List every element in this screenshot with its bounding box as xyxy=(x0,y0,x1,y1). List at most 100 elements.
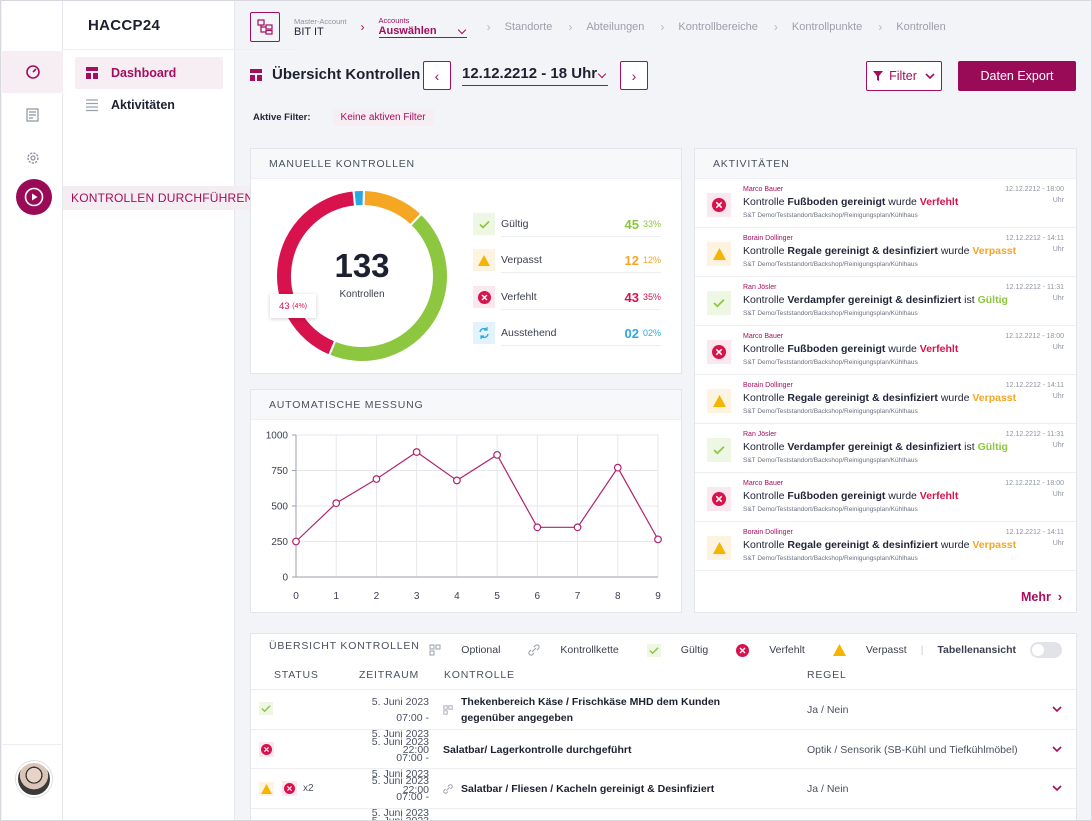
chevron-down-icon xyxy=(1052,745,1062,752)
activity-path: S&T Demo/Teststandort/Backshop/Reinigung… xyxy=(743,506,918,513)
run-controls-button[interactable] xyxy=(16,179,52,215)
table-row[interactable]: 5. Juni 2023 07:00 - xyxy=(251,807,1076,821)
sidebar-item-activities[interactable]: Aktivitäten xyxy=(75,89,223,121)
activity-text: wurde xyxy=(885,490,920,502)
control-name: Salatbar/ Lagerkontrolle durchgeführt xyxy=(443,743,632,756)
activity-message: Kontrolle Fußboden gereinigt wurde Verfe… xyxy=(743,196,958,208)
brand-logo: HACCP24 xyxy=(88,17,161,34)
data-point[interactable] xyxy=(412,448,421,456)
breadcrumb-step[interactable]: Abteilungen xyxy=(586,21,644,33)
expand-row-button[interactable] xyxy=(1052,742,1062,756)
activity-item[interactable]: Borain Dollinger Kontrolle Regale gereini… xyxy=(695,376,1076,424)
breadcrumb-step[interactable]: Standorte xyxy=(505,21,553,33)
rail-dashboard-button[interactable] xyxy=(2,51,63,93)
user-avatar[interactable] xyxy=(16,761,52,797)
auto-measure-card: AUTOMATISCHE MESSUNG 1000 750 500 250 0 0 1 2 3 4… xyxy=(250,389,682,613)
data-point[interactable] xyxy=(493,450,502,459)
table-row[interactable]: x25. Juni 2023 07:00 -5. Juni 2023 22:00… xyxy=(251,768,1076,819)
expand-row-button[interactable] xyxy=(1052,702,1062,716)
activity-text: Kontrolle xyxy=(743,245,788,257)
activity-message: Kontrolle Fußboden gereinigt wurde Verfe… xyxy=(743,343,958,355)
data-point[interactable] xyxy=(573,523,582,532)
data-point[interactable] xyxy=(332,499,341,508)
export-button[interactable]: Daten Export xyxy=(958,61,1076,91)
callout-pct: (4%) xyxy=(292,302,307,310)
hierarchy-button[interactable] xyxy=(250,12,280,42)
rail-settings-button[interactable] xyxy=(2,137,63,179)
master-account: Master-Account BIT IT xyxy=(294,17,347,38)
chevron-down-icon xyxy=(925,73,935,80)
error-icon xyxy=(473,286,495,308)
check-icon xyxy=(473,213,495,235)
error-icon xyxy=(707,340,731,364)
sidebar-item-dashboard[interactable]: Dashboard xyxy=(75,57,223,89)
data-point[interactable] xyxy=(452,476,461,485)
donut-total: 133 xyxy=(334,247,390,284)
column-header[interactable]: REGEL xyxy=(807,669,847,681)
control-name: Salatbar / Fliesen / Kacheln gereinigt &… xyxy=(461,783,715,795)
table-row[interactable]: 5. Juni 2023 07:00 -5. Juni 2023 22:00 Sa… xyxy=(251,728,1076,796)
warning-icon xyxy=(707,242,731,266)
filter-button[interactable]: Filter xyxy=(866,61,942,91)
activity-item[interactable]: Marco Bauer Kontrolle Fußboden gereinigt … xyxy=(695,474,1076,522)
breadcrumb-step[interactable]: Kontrollbereiche xyxy=(678,21,758,33)
activity-item[interactable]: Borain Dollinger Kontrolle Regale gereini… xyxy=(695,229,1076,277)
activity-status: Verfehlt xyxy=(919,343,959,355)
activity-text: Kontrolle xyxy=(743,392,788,404)
breadcrumb-step[interactable]: Kontrollpunkte xyxy=(792,21,862,33)
column-header[interactable]: KONTROLLE xyxy=(444,669,515,681)
next-date-button[interactable]: › xyxy=(620,61,648,90)
dashboard-icon xyxy=(250,68,262,81)
accounts-label: Accounts xyxy=(378,16,410,25)
column-header[interactable]: ZEITRAUM xyxy=(359,669,419,681)
activity-user: Borain Dollinger xyxy=(743,382,793,389)
breadcrumb-step[interactable]: Kontrollen xyxy=(896,21,946,33)
legend-label: Verpasst xyxy=(501,254,542,266)
prev-date-button[interactable]: ‹ xyxy=(423,61,451,90)
gauge-icon xyxy=(25,65,40,79)
row-period: 5. Juni 2023 07:00 - xyxy=(343,813,429,821)
activity-status: Verfehlt xyxy=(919,490,959,502)
x-tick-label: 8 xyxy=(615,591,621,602)
legend-count: 02 xyxy=(624,325,639,341)
table-legend: Optional Kontrollkette Gültig Verfehlt V… xyxy=(401,642,1062,658)
activity-text: Kontrolle xyxy=(743,441,788,453)
table-row[interactable]: 5. Juni 2023 07:00 -5. Juni 2023 22:00 Th… xyxy=(251,689,1076,756)
chevron-right-icon: › xyxy=(660,20,665,34)
donut-slice-verpasst[interactable] xyxy=(362,188,423,227)
activity-text: wurde xyxy=(937,539,973,551)
activity-item[interactable]: Ran Jösler Kontrolle Verdampfer gereinigt… xyxy=(695,278,1076,326)
legend-label: Ausstehend xyxy=(501,327,557,339)
rail-list-button[interactable] xyxy=(2,94,63,136)
legend-warn: Verpasst xyxy=(865,644,907,656)
activity-object: Regale gereinigt & desinfiziert xyxy=(787,539,938,551)
donut-slice-gültig[interactable] xyxy=(327,212,449,363)
activity-status: Verfehlt xyxy=(919,196,959,208)
x-tick-label: 5 xyxy=(494,591,500,602)
activity-item[interactable]: Marco Bauer Kontrolle Fußboden gereinigt … xyxy=(695,180,1076,228)
activity-item[interactable]: Ran Jösler Kontrolle Verdampfer gereinigt… xyxy=(695,425,1076,473)
activity-text: wurde xyxy=(885,196,920,208)
check-icon xyxy=(707,438,731,462)
accounts-select[interactable]: Accounts Auswählen xyxy=(378,16,467,38)
expand-row-button[interactable] xyxy=(1052,781,1062,795)
activity-object: Verdampfer gereinigt & desinfiziert xyxy=(787,441,962,453)
callout-value: 43 xyxy=(279,300,290,312)
data-point[interactable] xyxy=(292,537,300,546)
activity-item[interactable]: Borain Dollinger Kontrolle Regale gereini… xyxy=(695,523,1076,571)
data-point[interactable] xyxy=(613,463,622,472)
more-link[interactable]: Mehr › xyxy=(1021,590,1062,604)
row-status: x2 xyxy=(259,781,314,796)
table-view-label: Tabellenansicht xyxy=(937,644,1016,656)
legend-percent: 35% xyxy=(642,292,661,302)
data-point[interactable] xyxy=(372,475,381,483)
check-icon xyxy=(646,643,661,657)
date-select[interactable]: 12.12.2212 - 18 Uhr xyxy=(462,65,608,86)
column-header[interactable]: STATUS xyxy=(274,669,319,681)
activity-text: ist xyxy=(961,294,978,306)
data-point[interactable] xyxy=(654,535,662,544)
data-point[interactable] xyxy=(533,523,542,532)
activity-item[interactable]: Marco Bauer Kontrolle Fußboden gereinigt … xyxy=(695,327,1076,375)
activity-text: Kontrolle xyxy=(743,539,788,551)
table-view-toggle[interactable] xyxy=(1030,642,1062,658)
